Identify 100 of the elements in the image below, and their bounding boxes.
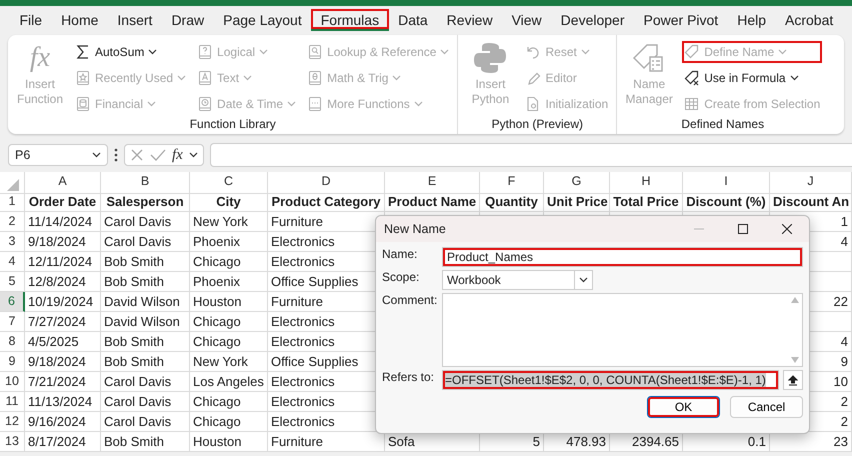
table-cell: Carol Davis — [101, 372, 190, 392]
ribbon-tab[interactable]: View — [502, 8, 552, 30]
maximize-icon[interactable] — [738, 224, 748, 234]
column-header[interactable]: B — [101, 172, 190, 194]
column-header[interactable]: G — [544, 172, 610, 194]
cancel-icon[interactable] — [130, 148, 144, 162]
tag-icon — [684, 44, 700, 60]
scroll-down-icon[interactable] — [791, 357, 799, 363]
refers-to-field[interactable]: =OFFSET(Sheet1!$E$2, 0, 0, COUNTA(Sheet1!$E:$E)-1, 1) — [442, 370, 779, 390]
table-cell: Carol Davis — [101, 412, 190, 432]
ribbon-tab[interactable]: Acrobat — [776, 8, 843, 30]
chevron-down-icon — [790, 75, 799, 81]
column-header[interactable]: D — [268, 172, 385, 194]
name-box[interactable]: P6 — [8, 144, 108, 166]
scroll-up-icon[interactable] — [791, 297, 799, 303]
ribbon-tab[interactable]: Help — [728, 8, 776, 30]
row-header[interactable]: 7 — [0, 312, 25, 332]
ribbon-tab[interactable]: Page Layout — [214, 8, 312, 30]
ribbon-tab[interactable]: Power Pivot — [634, 8, 728, 30]
table-cell: New York — [190, 212, 268, 232]
ribbon-button[interactable]: Use in Formula — [682, 67, 822, 89]
insert-function-button[interactable]: fx — [172, 146, 183, 164]
group-label: Defined Names — [680, 117, 766, 131]
table-cell: 7/21/2024 — [25, 372, 101, 392]
chevron-down-icon — [287, 101, 296, 107]
row-header[interactable]: 13 — [0, 432, 25, 452]
table-cell: Bob Smith — [101, 332, 190, 352]
row-header[interactable]: 8 — [0, 332, 25, 352]
table-cell: Chicago — [190, 392, 268, 412]
scope-dropdown[interactable]: Workbook — [442, 270, 593, 290]
chevron-down-icon — [414, 101, 423, 107]
comment-field[interactable] — [442, 293, 803, 367]
ribbon-tab[interactable]: Draw — [162, 8, 214, 30]
table-cell: Carol Davis — [101, 232, 190, 252]
table-cell: David Wilson — [101, 312, 190, 332]
ribbon-tab[interactable]: Insert — [108, 8, 162, 30]
minimize-icon[interactable] — [694, 228, 704, 230]
ribbon-tab[interactable]: Review — [437, 8, 502, 30]
row-header[interactable]: 10 — [0, 372, 25, 392]
upload-arrow-icon — [788, 374, 798, 386]
row-header[interactable]: 1 — [0, 192, 25, 212]
dialog-title: New Name — [384, 222, 447, 236]
column-header[interactable]: H — [610, 172, 683, 194]
chevron-down-icon — [580, 49, 590, 55]
table-cell: Chicago — [190, 412, 268, 432]
column-header[interactable]: E — [385, 172, 480, 194]
table-cell: 9/18/2024 — [25, 352, 101, 372]
dialog-button[interactable]: OK — [647, 396, 720, 418]
ribbon-tab[interactable]: Developer — [551, 8, 634, 30]
name-field[interactable]: Product_Names — [442, 247, 803, 267]
group-label: Python (Preview) — [490, 117, 584, 131]
table-cell: New York — [190, 352, 268, 372]
column-header[interactable]: J — [770, 172, 852, 194]
table-cell: 12/11/2024 — [25, 252, 101, 272]
ribbon-button[interactable]: AutoSum — [73, 41, 188, 63]
sigma-icon — [75, 44, 91, 60]
collapse-button[interactable] — [783, 370, 803, 390]
theta-book-icon — [307, 70, 324, 86]
chevron-down-icon — [243, 75, 252, 81]
table-cell: Carol Davis — [101, 392, 190, 412]
table-cell: 8/17/2024 — [25, 432, 101, 452]
field-label: Name: — [382, 247, 418, 261]
column-header[interactable]: A — [25, 172, 101, 194]
close-icon[interactable] — [782, 224, 792, 234]
chevron-down-icon — [440, 49, 450, 55]
check-icon[interactable] — [150, 148, 166, 162]
row-header[interactable]: 11 — [0, 392, 25, 412]
ribbon-tab[interactable]: Formulas — [311, 8, 389, 30]
formula-input[interactable] — [210, 143, 852, 167]
magnifier-book-icon — [307, 44, 324, 60]
select-all-icon[interactable] — [5, 177, 19, 191]
table-cell: Los Angeles — [190, 372, 268, 392]
table-cell: Carol Davis — [101, 212, 190, 232]
row-header[interactable]: 4 — [0, 252, 25, 272]
row-header[interactable]: 3 — [0, 232, 25, 252]
table-cell: 7/27/2024 — [25, 312, 101, 332]
row-header[interactable]: 12 — [0, 412, 25, 432]
chevron-down-icon — [259, 49, 268, 55]
table-cell: Chicago — [190, 332, 268, 352]
field-label: Refers to: — [382, 370, 436, 384]
table-cell: 11/14/2024 — [25, 212, 101, 232]
column-header[interactable]: I — [683, 172, 770, 194]
table-cell: Chicago — [190, 252, 268, 272]
row-header[interactable]: 9 — [0, 352, 25, 372]
table-cell: Phoenix — [190, 232, 268, 252]
ribbon-tab[interactable]: Home — [52, 8, 108, 30]
column-header[interactable]: F — [480, 172, 544, 194]
column-header[interactable]: C — [190, 172, 268, 194]
column-heading: Salesperson — [101, 192, 190, 212]
table-cell: 9/18/2024 — [25, 232, 101, 252]
ribbon-tab[interactable]: File — [10, 8, 52, 30]
row-header[interactable]: 6 — [0, 292, 25, 312]
column-heading: Discount An — [770, 192, 852, 212]
table-icon — [684, 96, 700, 112]
ribbon-tab[interactable]: Data — [388, 8, 438, 30]
clock-book-icon — [197, 96, 214, 112]
row-header[interactable]: 2 — [0, 212, 25, 232]
dialog-button[interactable]: Cancel — [730, 396, 803, 418]
table-cell: 10/19/2024 — [25, 292, 101, 312]
letter-book-icon — [197, 70, 214, 86]
